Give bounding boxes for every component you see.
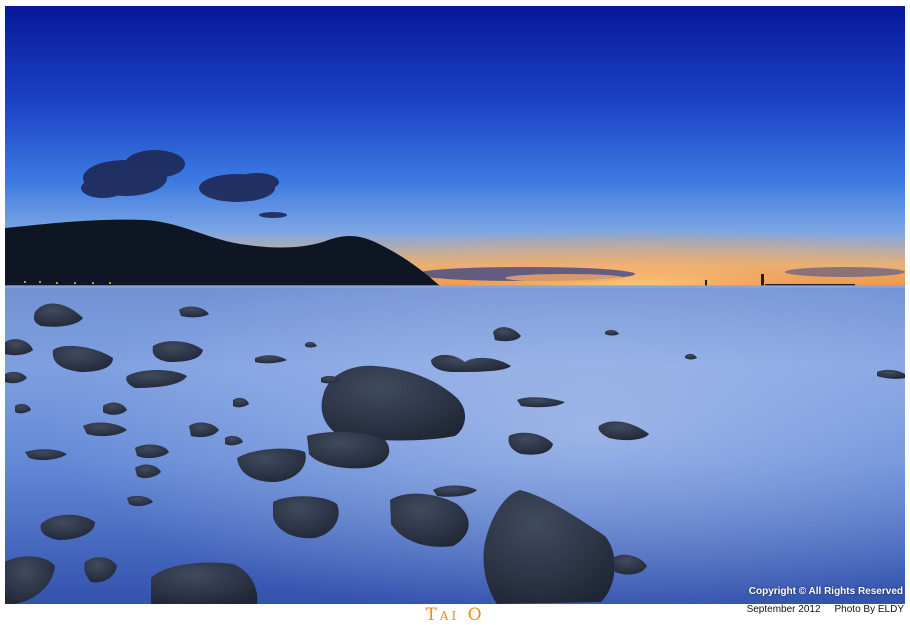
water-mist [5, 286, 905, 604]
photographer-credit: Photo By ELDY [834, 604, 904, 615]
landscape-photo [5, 6, 905, 604]
photo: Copyright © All Rights Reserved [5, 6, 905, 604]
credit-line: September 2012 Photo By ELDY [747, 604, 904, 615]
footer: Tai O September 2012 Photo By ELDY [0, 604, 910, 625]
photo-date: September 2012 [746, 604, 821, 615]
copyright-text: Copyright © All Rights Reserved [748, 586, 903, 597]
